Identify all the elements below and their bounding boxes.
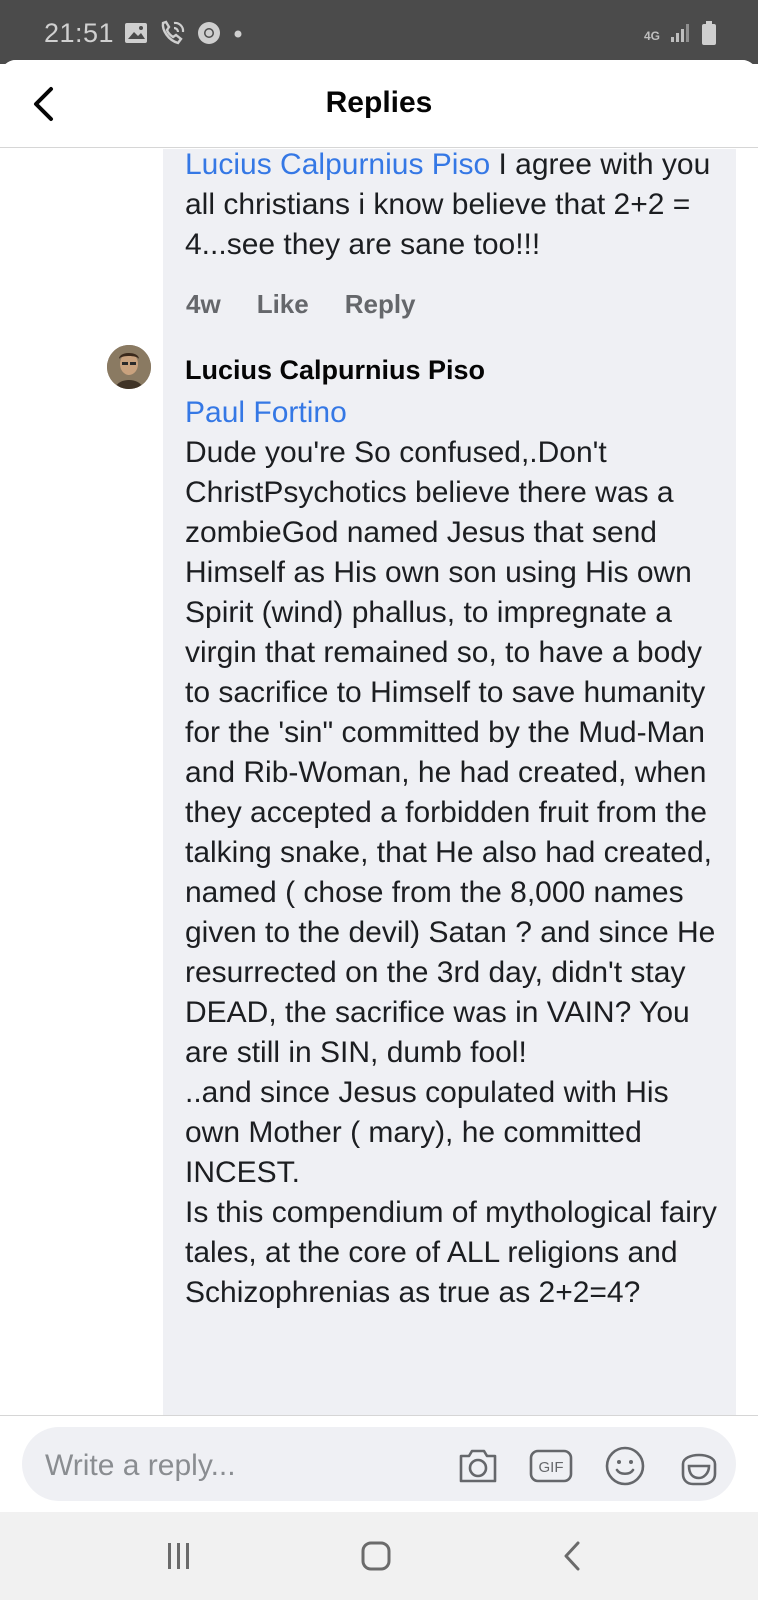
comment-actions: 4w Like Reply (186, 289, 416, 320)
battery-icon (700, 20, 718, 51)
gif-icon[interactable]: GIF (528, 1443, 574, 1489)
status-icons-right: 4G (644, 20, 718, 51)
dot-icon (232, 27, 244, 45)
signal-icon (670, 22, 692, 49)
back-icon[interactable] (549, 1534, 597, 1578)
recent-apps-icon[interactable] (155, 1534, 203, 1578)
comment-author[interactable]: Lucius Calpurnius Piso (185, 355, 485, 386)
avatar[interactable] (107, 345, 151, 389)
comment-time: 4w (186, 289, 221, 319)
mention-link[interactable]: Lucius Calpurnius Piso (185, 149, 490, 181)
replies-list[interactable]: Lucius Calpurnius Piso I agree with you … (0, 149, 758, 1415)
status-bar: 21:51 4G (0, 0, 758, 64)
header: Replies (0, 60, 758, 148)
system-nav-bar (0, 1512, 758, 1600)
reply-body: Dude you're So confused,.Don't ChristPsy… (185, 436, 717, 1309)
reply-text: Paul Fortino Dude you're So confused,.Don… (185, 393, 730, 1313)
mention-link[interactable]: Paul Fortino (185, 393, 730, 433)
image-icon (124, 22, 148, 49)
emoji-icon[interactable] (602, 1443, 648, 1489)
chrome-icon (196, 20, 222, 51)
home-icon[interactable] (352, 1534, 400, 1578)
like-button[interactable]: Like (257, 289, 309, 320)
sticker-icon[interactable] (676, 1443, 722, 1489)
page-title: Replies (325, 86, 433, 119)
status-time: 21:51 (44, 18, 115, 48)
reply-input[interactable] (45, 1446, 425, 1486)
network-type: 4G (644, 30, 662, 42)
svg-text:GIF: GIF (539, 1459, 564, 1476)
camera-icon[interactable] (455, 1443, 501, 1489)
status-icons-left (124, 20, 244, 51)
network-label: 4G (644, 28, 661, 43)
reply-button[interactable]: Reply (345, 289, 416, 320)
comment-text: Lucius Calpurnius Piso I agree with you … (185, 149, 725, 265)
wifi-call-icon (158, 20, 186, 51)
